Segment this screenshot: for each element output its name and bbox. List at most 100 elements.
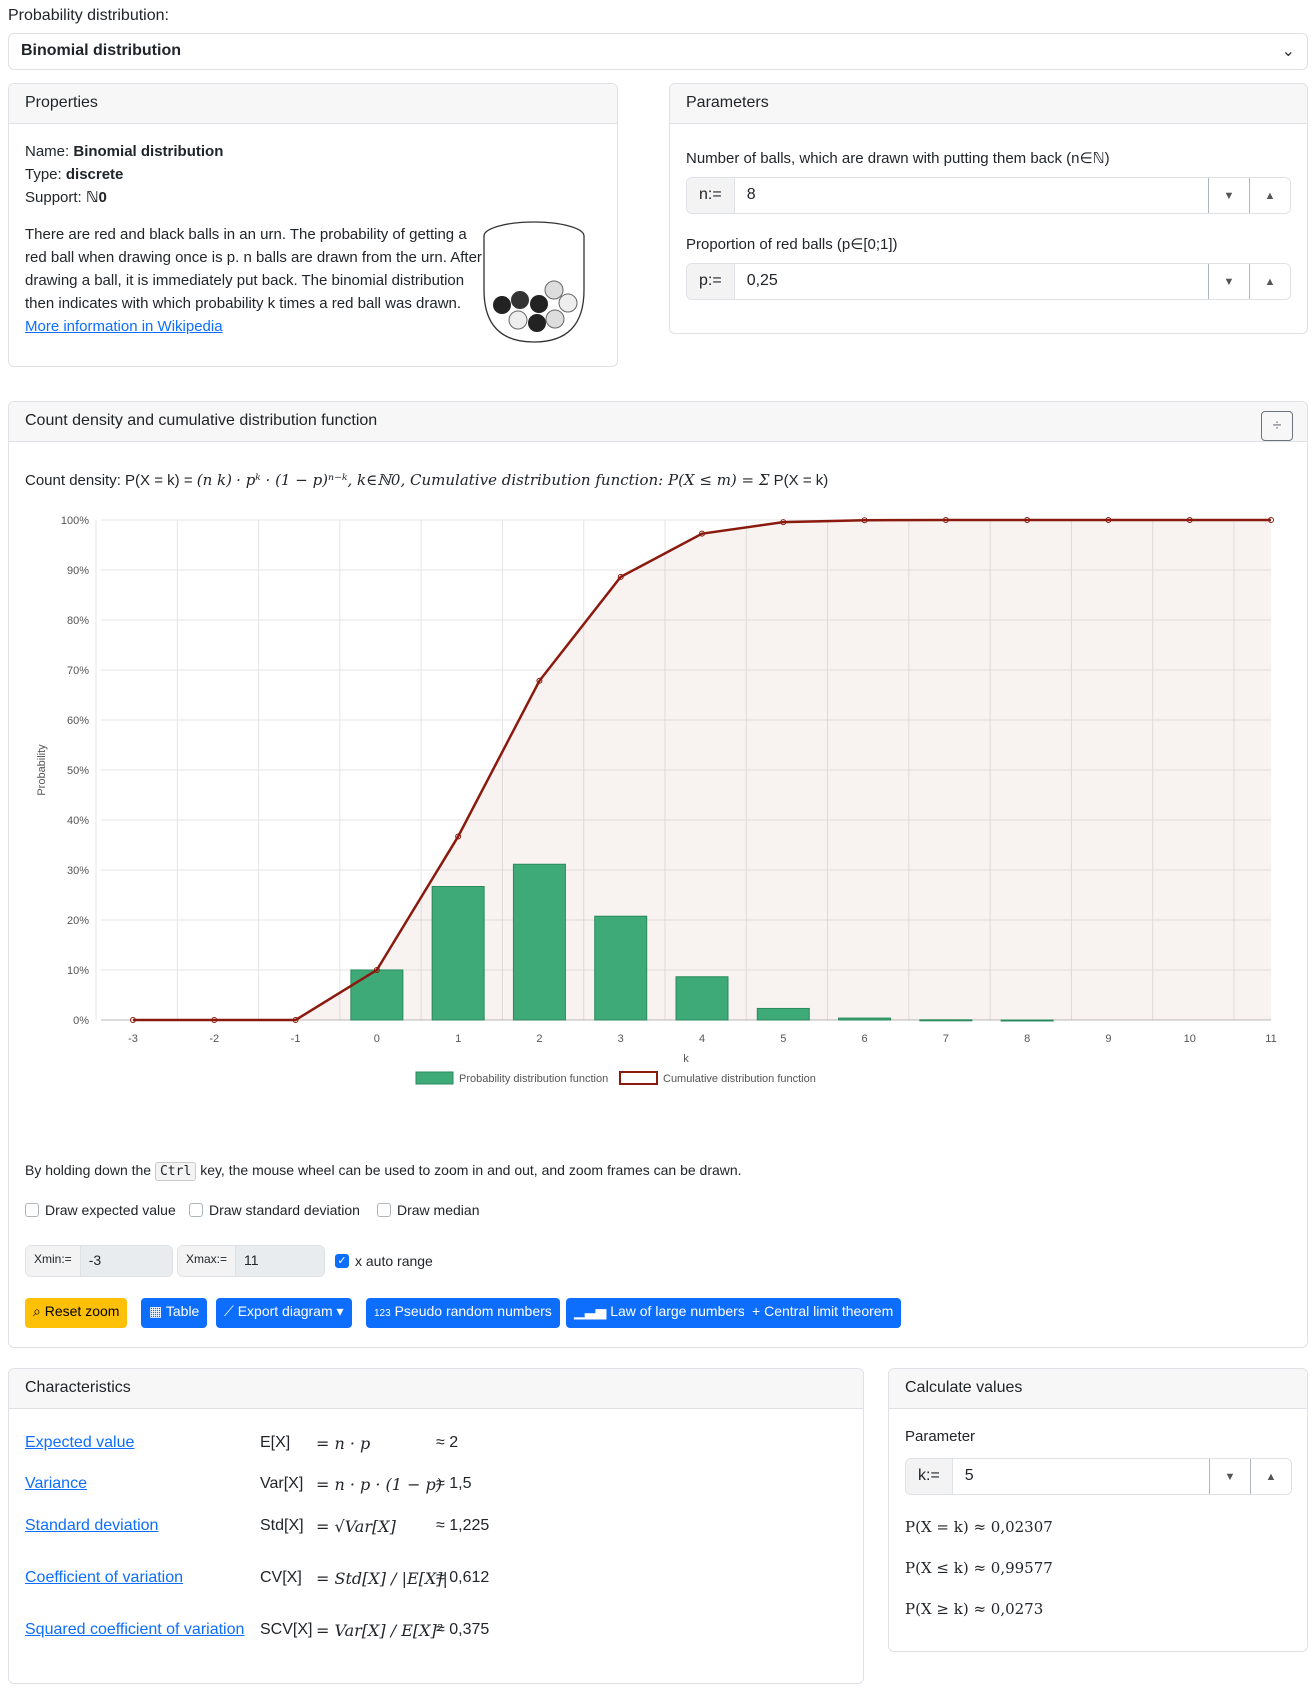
x-tick-label: 4: [699, 1033, 705, 1045]
p-description: Proportion of red balls (p∈[0;1]): [686, 236, 898, 253]
n-input[interactable]: 8: [734, 178, 1208, 213]
y-tick-label: 100%: [61, 515, 89, 527]
characteristic-value: ≈ 1,225: [436, 1517, 490, 1534]
distribution-label: Probability distribution:: [8, 7, 169, 24]
reset-zoom-button[interactable]: ⌕ Reset zoom: [25, 1298, 128, 1328]
y-tick-label: 0%: [73, 1015, 89, 1027]
legend-pdf-label: Probability distribution function: [459, 1073, 608, 1085]
result-le: P(X ≤ k) ≈ 0,99577: [905, 1559, 1053, 1577]
characteristic-link[interactable]: Expected value: [25, 1434, 134, 1452]
properties-header: Properties: [9, 84, 617, 124]
xmin-prefix: Xmin:=: [26, 1246, 81, 1276]
draw-median-checkbox[interactable]: Draw median: [377, 1202, 479, 1218]
calculate-header: Calculate values: [889, 1369, 1307, 1409]
chart-card: Count density and cumulative distributio…: [8, 401, 1308, 1348]
k-input[interactable]: 5: [952, 1459, 1209, 1494]
p-input[interactable]: 0,25: [734, 264, 1208, 299]
x-tick-label: 6: [862, 1033, 868, 1045]
x-auto-range-checkbox[interactable]: ✓ x auto range: [335, 1253, 433, 1269]
chart[interactable]: 0% 10% 20% 30% 40% 50% 60% 70% 80% 90% 100% -3 -2 -1 0…: [9, 505, 1307, 1145]
zoom-hint: By holding down the Ctrl key, the mouse …: [25, 1162, 742, 1181]
distribution-selected: Binomial distribution: [21, 42, 181, 59]
x-tick-label: -1: [291, 1033, 301, 1045]
y-tick-label: 60%: [67, 715, 89, 727]
characteristic-formula: = Var[X] / E[X]²: [316, 1621, 444, 1640]
law-of-large-numbers-button[interactable]: ▁▃▅ Law of large numbers: [566, 1298, 753, 1328]
k-input-group: k:= 5 ▼ ▲: [905, 1458, 1292, 1495]
x-tick-label: 1: [455, 1033, 461, 1045]
table-button[interactable]: ▦ Table: [141, 1298, 208, 1328]
n-decrease-button[interactable]: ▼: [1208, 178, 1249, 213]
xmin-input[interactable]: -3: [80, 1246, 172, 1276]
y-tick-label: 70%: [67, 665, 89, 677]
n-increase-button[interactable]: ▲: [1249, 178, 1290, 213]
y-tick-label: 40%: [67, 815, 89, 827]
urn-image: [483, 221, 585, 343]
y-tick-label: 20%: [67, 915, 89, 927]
characteristic-symbol: Std[X]: [260, 1517, 304, 1534]
x-tick-label: 9: [1105, 1033, 1111, 1045]
result-ge: P(X ≥ k) ≈ 0,0273: [905, 1600, 1044, 1618]
pdf-bar: [594, 915, 648, 1021]
prop-name: Name: Binomial distribution: [25, 143, 224, 160]
collapse-button[interactable]: ÷: [1261, 411, 1293, 441]
n-input-group: n:= 8 ▼ ▲: [686, 177, 1291, 214]
central-limit-theorem-button[interactable]: + Central limit theorem: [744, 1298, 902, 1328]
x-axis-label: k: [683, 1053, 689, 1065]
y-tick-label: 50%: [67, 765, 89, 777]
wikipedia-link[interactable]: More information in Wikipedia: [25, 318, 223, 335]
parameters-card: Parameters Number of balls, which are dr…: [669, 83, 1308, 334]
characteristic-link[interactable]: Squared coefficient of variation: [25, 1621, 244, 1639]
characteristic-formula: = √Var[X]: [316, 1517, 396, 1536]
legend-cdf-swatch: [619, 1071, 658, 1085]
characteristic-symbol: SCV[X]: [260, 1621, 313, 1638]
pdf-bar: [675, 976, 729, 1021]
xmax-prefix: Xmax:=: [178, 1246, 237, 1276]
pdf-bar: [838, 1017, 892, 1021]
p-increase-button[interactable]: ▲: [1249, 264, 1290, 299]
x-tick-label: 0: [374, 1033, 380, 1045]
characteristic-value: ≈ 0,375: [436, 1621, 490, 1638]
parameter-label: Parameter: [905, 1428, 976, 1445]
xmin-input-group: Xmin:= -3: [25, 1245, 173, 1277]
k-prefix: k:=: [906, 1459, 953, 1494]
characteristic-formula: = n · p: [316, 1434, 371, 1453]
distribution-select[interactable]: Binomial distribution ⌄: [8, 33, 1308, 70]
chart-header: Count density and cumulative distributio…: [9, 402, 1307, 442]
p-decrease-button[interactable]: ▼: [1208, 264, 1249, 299]
pdf-bar: [1000, 1019, 1054, 1022]
pseudo-random-button[interactable]: 123 Pseudo random numbers: [366, 1298, 560, 1328]
characteristic-symbol: CV[X]: [260, 1569, 302, 1586]
characteristic-value: ≈ 2: [436, 1434, 459, 1451]
x-tick-label: 5: [780, 1033, 786, 1045]
prop-support: Support: ℕ0: [25, 189, 107, 206]
xmax-input[interactable]: 11: [236, 1246, 324, 1276]
x-tick-label: -2: [209, 1033, 219, 1045]
x-tick-label: 2: [536, 1033, 542, 1045]
formula: Count density: P(X = k) = (n k) · pᵏ · (…: [25, 471, 829, 489]
characteristic-link[interactable]: Standard deviation: [25, 1517, 158, 1535]
prop-type: Type: discrete: [25, 166, 124, 183]
parameters-header: Parameters: [670, 84, 1307, 124]
k-increase-button[interactable]: ▲: [1250, 1459, 1291, 1494]
characteristic-formula: = Std[X] / |E[X]|: [316, 1569, 448, 1588]
pdf-bar: [350, 969, 404, 1021]
draw-expected-checkbox[interactable]: Draw expected value: [25, 1202, 176, 1218]
y-tick-label: 10%: [67, 965, 89, 977]
characteristic-value: ≈ 1,5: [436, 1475, 472, 1492]
characteristic-formula: = n · p · (1 − p): [316, 1475, 443, 1494]
characteristic-link[interactable]: Coefficient of variation: [25, 1569, 183, 1587]
legend-pdf-swatch: [415, 1071, 454, 1085]
x-tick-label: 7: [943, 1033, 949, 1045]
characteristics-header: Characteristics: [9, 1369, 863, 1409]
draw-std-checkbox[interactable]: Draw standard deviation: [189, 1202, 360, 1218]
xmax-input-group: Xmax:= 11: [177, 1245, 325, 1277]
export-diagram-button[interactable]: ⟋ Export diagram ▾: [216, 1298, 352, 1328]
pdf-bar: [512, 863, 566, 1021]
k-decrease-button[interactable]: ▼: [1209, 1459, 1250, 1494]
characteristic-link[interactable]: Variance: [25, 1475, 87, 1493]
y-tick-label: 90%: [67, 565, 89, 577]
x-tick-label: 11: [1265, 1033, 1276, 1045]
result-eq: P(X = k) ≈ 0,02307: [905, 1518, 1053, 1536]
n-prefix: n:=: [687, 178, 735, 213]
